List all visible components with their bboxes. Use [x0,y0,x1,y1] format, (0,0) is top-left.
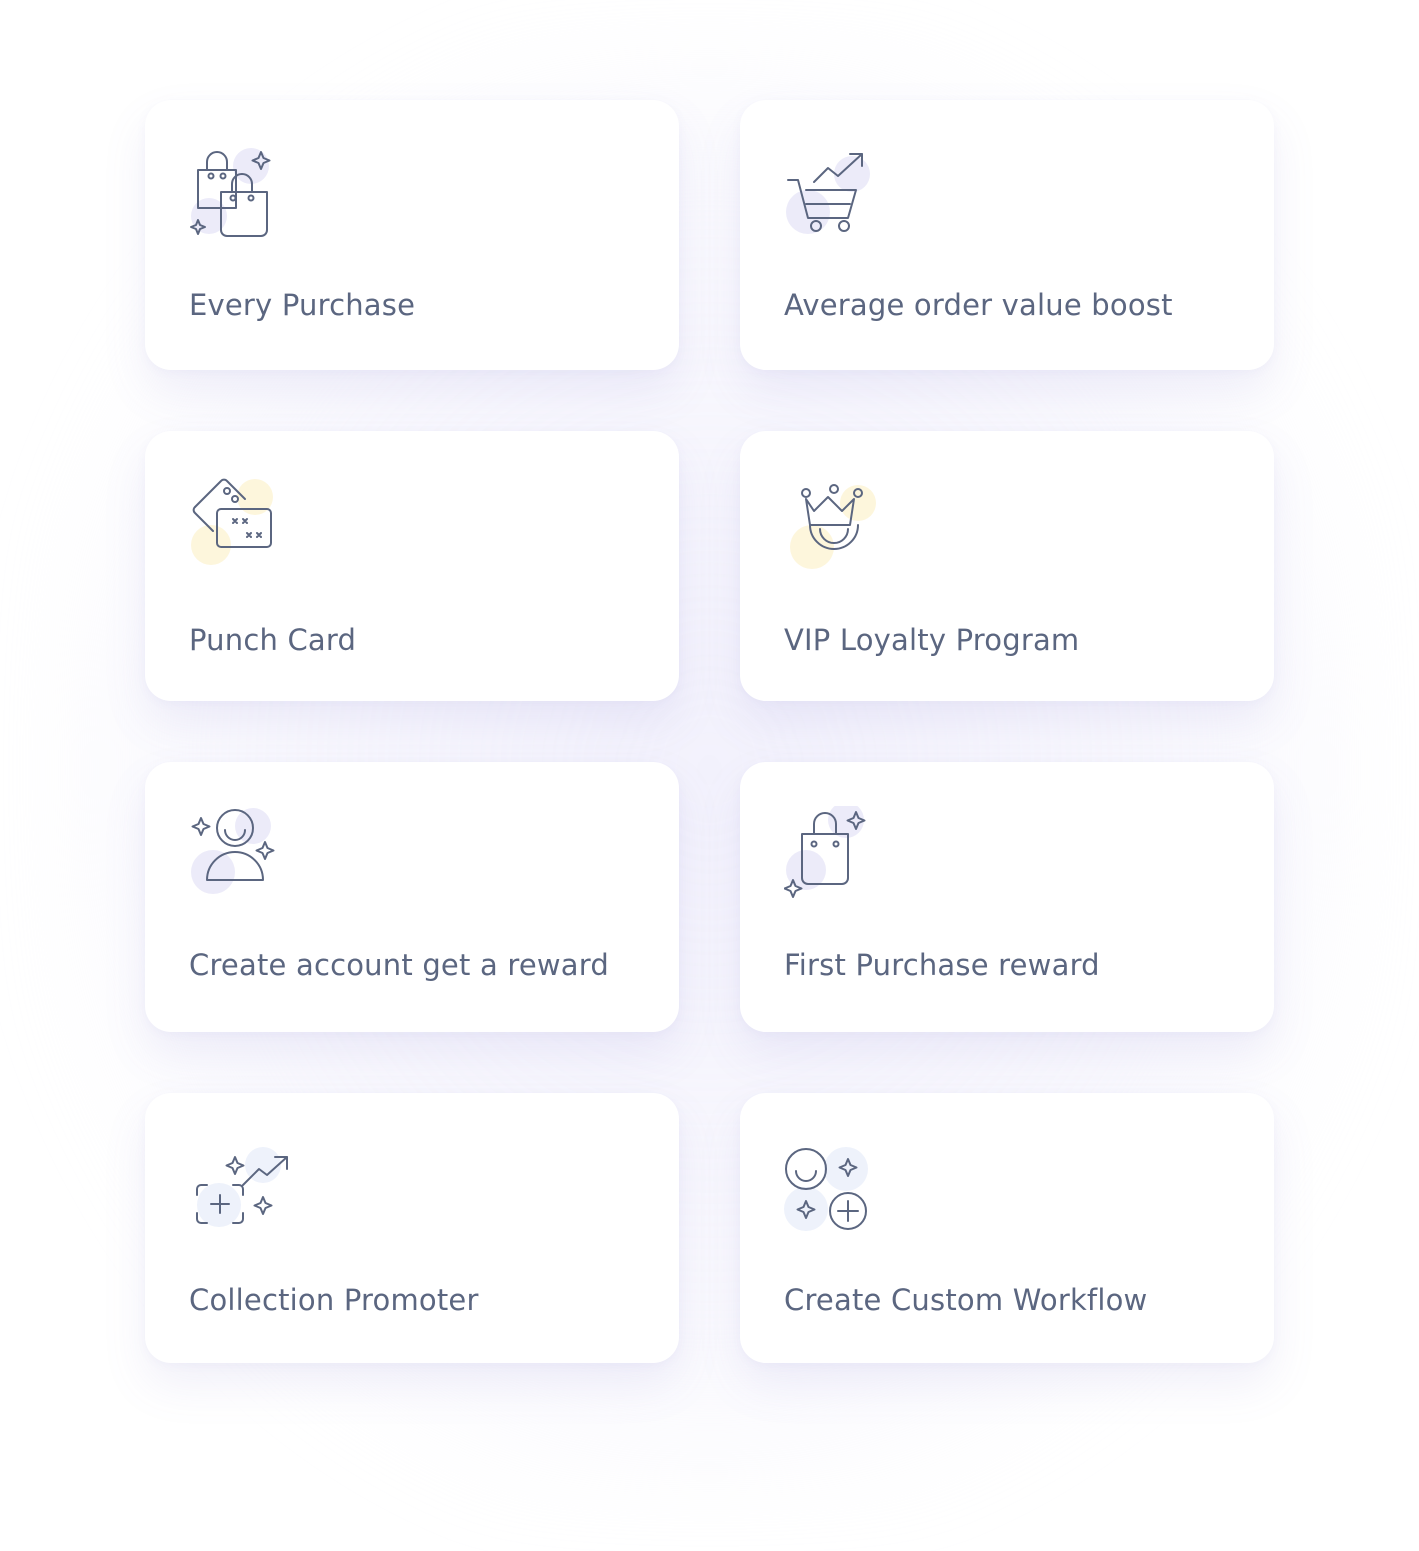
card-label: First Purchase reward [784,948,1100,982]
crown-smile-icon [784,475,888,579]
card-label: Every Purchase [189,288,416,322]
shopping-bag-icon [784,806,888,910]
punch-card-icon [189,475,293,579]
cart-trend-icon [784,144,888,248]
card-label: VIP Loyalty Program [784,623,1080,657]
card-label: Collection Promoter [189,1283,479,1317]
card-label: Average order value boost [784,288,1173,322]
card-label: Create account get a reward [189,948,609,982]
user-sparkle-icon [189,806,293,910]
card-punch-card[interactable]: Punch Card [145,431,679,701]
card-average-order-value-boost[interactable]: Average order value boost [740,100,1274,370]
card-every-purchase[interactable]: Every Purchase [145,100,679,370]
card-first-purchase-reward[interactable]: First Purchase reward [740,762,1274,1032]
shopping-bags-icon [189,144,293,248]
collection-trend-icon [189,1137,293,1241]
card-label: Create Custom Workflow [784,1283,1148,1317]
workflow-icon [784,1137,888,1241]
card-create-custom-workflow[interactable]: Create Custom Workflow [740,1093,1274,1363]
workflow-card-grid: Every Purchase Average order value boost [145,100,1274,1363]
card-create-account-reward[interactable]: Create account get a reward [145,762,679,1032]
card-vip-loyalty-program[interactable]: VIP Loyalty Program [740,431,1274,701]
card-label: Punch Card [189,623,357,657]
card-collection-promoter[interactable]: Collection Promoter [145,1093,679,1363]
